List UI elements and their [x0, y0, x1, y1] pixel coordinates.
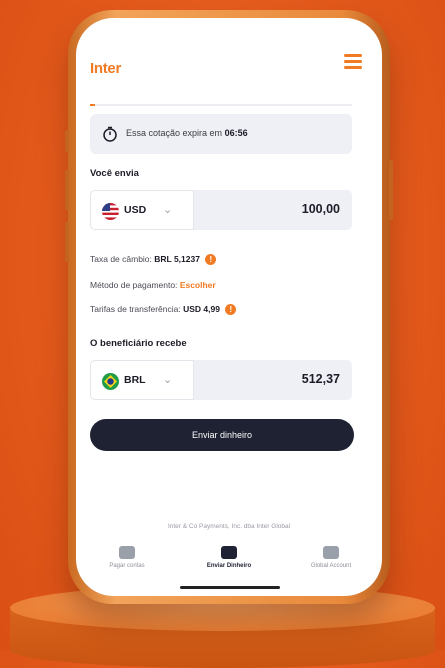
global-account-icon [323, 546, 339, 559]
silent-switch [65, 222, 69, 262]
payment-method-label: Método de pagamento: [90, 280, 178, 290]
exchange-info-icon[interactable]: ! [205, 254, 217, 266]
send-money-button[interactable]: Enviar dinheiro [90, 419, 354, 451]
recipient-amount-value: 512,37 [301, 372, 340, 386]
transfer-fees-label: Tarifas de transferência: [90, 304, 181, 314]
quote-timer: 06:56 [224, 128, 248, 138]
app-screen: Inter Essa cotação expira em 06:56 Você … [76, 18, 382, 596]
volume-down-button [65, 170, 69, 210]
send-money-icon [221, 546, 237, 559]
sender-label: Você envia [90, 168, 139, 179]
tab-pay-bills-label: Pagar contas [109, 563, 145, 569]
payment-method-line: Método de pagamento: Escolher [90, 280, 216, 290]
transfer-fees-line: Tarifas de transferência: USD 4,99 ! [90, 304, 237, 316]
chevron-down-icon: ⌄ [163, 204, 173, 216]
tab-send-money[interactable]: Enviar Dinheiro [184, 546, 274, 569]
chevron-down-icon: ⌄ [163, 374, 173, 386]
tab-send-money-label: Enviar Dinheiro [206, 563, 252, 569]
tab-global-account-label: Global Account [310, 563, 352, 569]
volume-up-button [65, 130, 69, 152]
inter-logo: Inter [90, 60, 122, 77]
home-indicator[interactable] [180, 586, 280, 589]
sender-amount-row: USD ⌄ 100,00 [90, 190, 352, 230]
us-flag-icon [102, 203, 119, 220]
power-button [389, 160, 393, 220]
legal-footer: Inter & Co Payments, Inc. dba Inter Glob… [167, 523, 291, 530]
timer-icon [103, 126, 117, 142]
fees-info-icon[interactable]: ! [225, 304, 237, 316]
transfer-fees-value: USD 4,99 [183, 304, 220, 314]
recipient-currency-select[interactable]: BRL ⌄ [90, 360, 194, 400]
phone-frame: Inter Essa cotação expira em 06:56 Você … [65, 10, 393, 604]
bottom-tab-bar: Pagar contas Enviar Dinheiro Global Acco… [76, 546, 382, 586]
recipient-currency-code: BRL [124, 374, 146, 386]
exchange-rate-value: BRL 5,1237 [154, 254, 200, 264]
sender-currency-code: USD [124, 204, 147, 216]
bill-icon [119, 546, 135, 559]
exchange-rate-line: Taxa de câmbio: BRL 5,1237 ! [90, 254, 217, 266]
tab-global-account[interactable]: Global Account [286, 546, 376, 569]
tab-pay-bills[interactable]: Pagar contas [82, 546, 172, 569]
quote-expiry-text: Essa cotação expira em 06:56 [126, 128, 248, 138]
hamburger-menu-icon[interactable] [344, 54, 362, 69]
brazil-flag-icon [102, 373, 119, 390]
quote-progress-bar [90, 104, 352, 106]
quote-progress-fill [90, 104, 96, 106]
quote-expiry-banner: Essa cotação expira em 06:56 [90, 114, 352, 154]
recipient-label: O beneficiário recebe [90, 338, 187, 349]
sender-amount-input[interactable]: 100,00 [302, 202, 340, 216]
quote-expiry-label: Essa cotação expira em [126, 128, 223, 138]
sender-currency-select[interactable]: USD ⌄ [90, 190, 194, 230]
recipient-amount-row: BRL ⌄ 512,37 [90, 360, 352, 400]
exchange-rate-label: Taxa de câmbio: [90, 254, 152, 264]
choose-payment-link[interactable]: Escolher [180, 280, 216, 290]
